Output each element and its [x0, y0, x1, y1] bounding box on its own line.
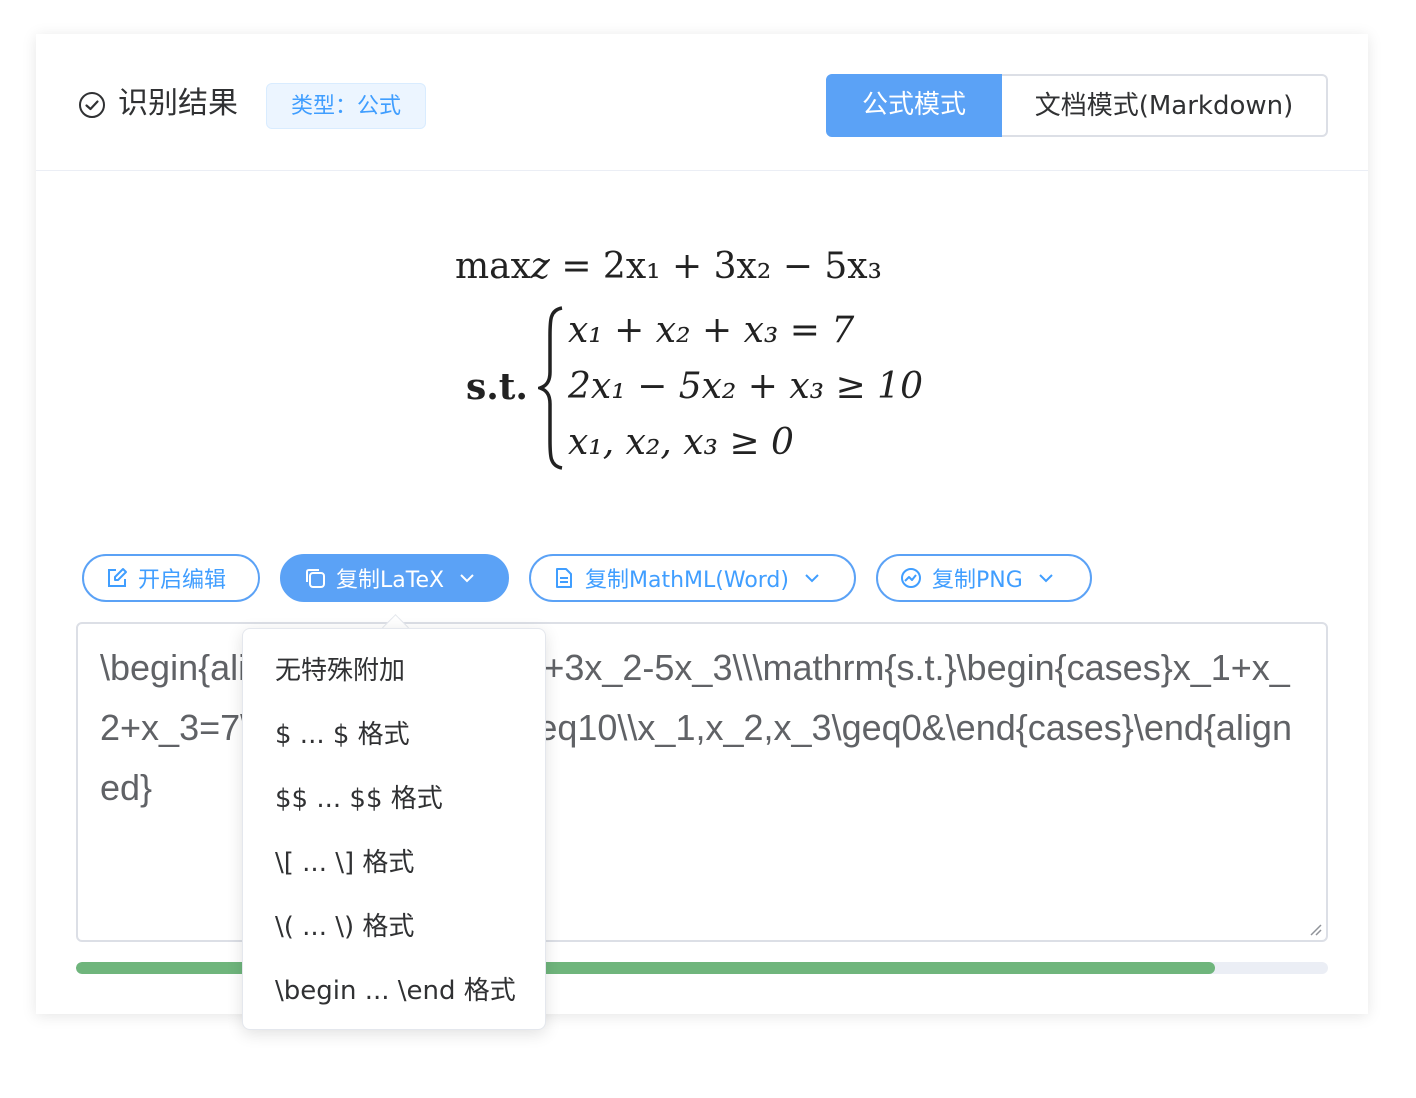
- constraint-2: 2x₁ − 5x₂ + x₃ ≥ 10: [568, 366, 923, 407]
- constraint-3: x₁, x₂, x₃ ≥ 0: [568, 422, 794, 463]
- resize-handle-icon[interactable]: [1308, 922, 1322, 936]
- copy-latex-label: 复制LaTeX: [336, 568, 445, 593]
- dropdown-item-begin-end[interactable]: \begin ... \end 格式: [243, 959, 545, 1023]
- formula-objective: maxz = 2x₁ + 3x₂ − 5x₃: [455, 246, 882, 287]
- edit-button-label: 开启编辑: [138, 568, 227, 593]
- chevron-down-icon: [460, 574, 474, 583]
- brace-icon: [538, 306, 563, 470]
- copy-latex-button[interactable]: 复制LaTeX: [280, 554, 509, 602]
- chevron-down-icon: [805, 574, 819, 583]
- formula-st-label: s.t.: [466, 366, 528, 408]
- result-card: 识别结果 类型：公式 公式模式 文档模式(Markdown) maxz = 2x…: [36, 34, 1368, 1014]
- edit-icon: [108, 568, 127, 587]
- dropdown-item-inline-dollar[interactable]: $ ... $ 格式: [243, 703, 545, 767]
- constraint-1: x₁ + x₂ + x₃ = 7: [568, 310, 855, 351]
- dropdown-item-none[interactable]: 无特殊附加: [243, 639, 545, 703]
- latex-format-dropdown: 无特殊附加 $ ... $ 格式 $$ ... $$ 格式 \[ ... \] …: [242, 628, 546, 1030]
- dropdown-item-bracket[interactable]: \[ ... \] 格式: [243, 831, 545, 895]
- image-icon: [901, 568, 921, 588]
- copy-mathml-label: 复制MathML(Word): [585, 568, 789, 593]
- document-icon: [556, 568, 572, 588]
- copy-png-label: 复制PNG: [932, 568, 1023, 593]
- chevron-down-icon: [1039, 574, 1053, 583]
- formula-preview: maxz = 2x₁ + 3x₂ − 5x₃ s.t. x₁ + x₂ + x₃…: [36, 34, 1368, 534]
- dropdown-item-display-dollar[interactable]: $$ ... $$ 格式: [243, 767, 545, 831]
- copy-png-button[interactable]: 复制PNG: [876, 554, 1092, 602]
- edit-button[interactable]: 开启编辑: [82, 554, 260, 602]
- copy-mathml-button[interactable]: 复制MathML(Word): [529, 554, 856, 602]
- copy-icon: [306, 569, 325, 588]
- dropdown-item-paren[interactable]: \( ... \) 格式: [243, 895, 545, 959]
